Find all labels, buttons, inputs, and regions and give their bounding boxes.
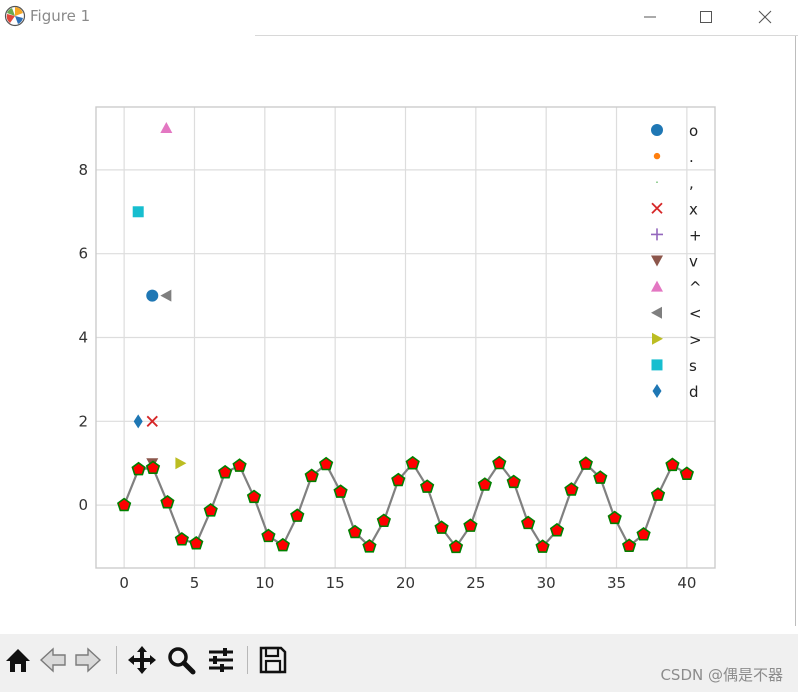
- legend-label: ,: [689, 174, 694, 192]
- legend-label: <: [689, 305, 702, 323]
- minimize-button[interactable]: [627, 0, 673, 34]
- legend-label: d: [689, 383, 699, 401]
- x-tick-label: 40: [677, 574, 696, 592]
- home-icon: [6, 649, 30, 672]
- maximize-icon: [700, 11, 712, 23]
- watermark: CSDN @偶是不器: [660, 666, 783, 684]
- save-icon: [259, 646, 287, 674]
- save-button[interactable]: [258, 644, 288, 676]
- pan-icon: [128, 646, 156, 674]
- x-tick-label: 35: [607, 574, 626, 592]
- legend-label: >: [689, 331, 702, 349]
- window-edge: [795, 36, 796, 626]
- legend-label: ^: [689, 279, 702, 297]
- legend-label: s: [689, 357, 697, 375]
- zoom-button[interactable]: [166, 644, 196, 676]
- legend-label: x: [689, 200, 698, 218]
- chart: 0 5 10 15 20 25 30 35 40 0 2 4 6 8 o., x + v ^ < > sd: [78, 106, 716, 592]
- legend-label: o: [689, 122, 698, 140]
- toolbar-separator: [116, 646, 117, 674]
- legend-label: +: [689, 226, 702, 244]
- y-tick-label: 0: [78, 496, 88, 514]
- x-tick-label: 0: [119, 574, 129, 592]
- y-tick-label: 8: [78, 161, 88, 179]
- minimize-icon: [644, 16, 656, 18]
- back-button[interactable]: [38, 644, 68, 676]
- figure-canvas[interactable]: 0 5 10 15 20 25 30 35 40 0 2 4 6 8 o., x + v ^ < > s d: [0, 36, 795, 634]
- y-tick-label: 4: [78, 329, 88, 347]
- x-tick-label: 15: [326, 574, 345, 592]
- x-tick-label: 5: [190, 574, 200, 592]
- legend-label: v: [689, 253, 698, 271]
- y-tick-label: 2: [78, 412, 88, 430]
- x-tick-label: 10: [255, 574, 274, 592]
- legend-marker-pixel: [656, 181, 658, 183]
- data-point-circle: [146, 289, 159, 302]
- y-tick-label: 6: [78, 245, 88, 263]
- x-tick-label: 25: [466, 574, 485, 592]
- toolbar-separator: [247, 646, 248, 674]
- home-button[interactable]: [3, 644, 33, 676]
- legend-marker-circle: [651, 124, 663, 136]
- legend-label: .: [689, 148, 694, 166]
- pan-button[interactable]: [127, 644, 157, 676]
- x-tick-label: 30: [537, 574, 556, 592]
- maximize-button[interactable]: [683, 0, 729, 34]
- forward-icon: [75, 647, 102, 673]
- title-bar: Figure 1: [0, 0, 798, 34]
- subplots-button[interactable]: [206, 644, 236, 676]
- close-icon: [758, 10, 772, 24]
- zoom-icon: [168, 647, 196, 675]
- subplots-icon: [209, 648, 233, 672]
- legend-marker-square: [651, 359, 663, 371]
- back-icon: [39, 647, 66, 673]
- x-tick-label: 20: [396, 574, 415, 592]
- forward-button[interactable]: [73, 644, 103, 676]
- data-point-square: [132, 206, 144, 218]
- window-title: Figure 1: [30, 7, 91, 25]
- matplotlib-logo-icon: [4, 5, 26, 27]
- legend-marker-point: [653, 152, 661, 160]
- close-button[interactable]: [742, 0, 788, 34]
